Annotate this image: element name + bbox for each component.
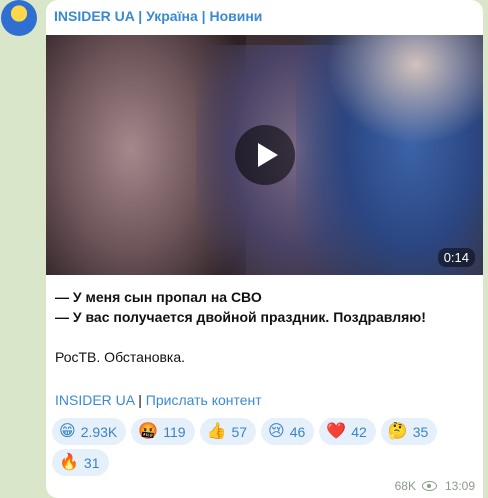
video-blur-highlight [326,35,483,145]
reaction-heart[interactable]: ❤️ 42 [319,418,376,445]
reaction-crying[interactable]: 😢 46 [261,418,315,445]
channel-link[interactable]: INSIDER UA [55,392,134,408]
red-heart-icon: ❤️ [326,422,347,440]
message-links: INSIDER UA | Прислать контент [55,392,262,408]
swearing-face-icon: 🤬 [138,422,159,440]
reaction-count: 2.93K [80,423,118,440]
message-bubble: INSIDER UA | Україна | Новини 0:14 — У м… [46,0,483,498]
submit-content-link[interactable]: Прислать контент [146,392,262,408]
reaction-count: 31 [83,454,100,471]
video-preview[interactable]: 0:14 [46,35,483,275]
message-text: — У меня сын пропал на СВО — У вас получ… [55,287,475,367]
channel-avatar[interactable] [1,0,37,36]
reaction-count: 42 [351,423,367,440]
play-icon [258,143,278,167]
trident-emblem-icon [7,3,31,33]
video-duration: 0:14 [437,248,475,267]
link-separator: | [138,392,142,408]
message-line-2: — У вас получается двойной праздник. Поз… [55,309,426,325]
reaction-count: 35 [412,423,429,440]
reaction-thumbs-up[interactable]: 👍 57 [199,418,257,445]
reaction-swearing[interactable]: 🤬 119 [131,418,195,445]
reaction-grinning[interactable]: 😁 2.93K [52,418,127,445]
fire-icon: 🔥 [59,453,79,471]
reaction-thinking[interactable]: 🤔 35 [380,418,438,445]
play-button[interactable] [235,125,295,185]
crying-face-icon: 😢 [268,422,285,440]
message-time: 13:09 [444,479,475,493]
eye-icon [421,481,437,491]
message-meta: 68K 13:09 [395,479,475,493]
thinking-face-icon: 🤔 [387,422,408,440]
channel-name[interactable]: INSIDER UA | Україна | Новини [54,8,262,24]
reactions-bar: 😁 2.93K 🤬 119 👍 57 😢 46 ❤️ 42 🤔 35 🔥 31 [52,418,472,476]
reaction-count: 46 [289,423,306,440]
message-line-1: — У меня сын пропал на СВО [55,289,262,305]
thumbs-up-icon: 👍 [206,422,227,440]
grinning-face-icon: 😁 [59,422,76,440]
reaction-count: 119 [163,423,186,440]
message-line-3: РосТВ. Обстановка. [55,349,186,365]
view-count: 68K [394,479,416,493]
reaction-count: 57 [231,423,248,440]
reaction-fire[interactable]: 🔥 31 [52,449,109,476]
